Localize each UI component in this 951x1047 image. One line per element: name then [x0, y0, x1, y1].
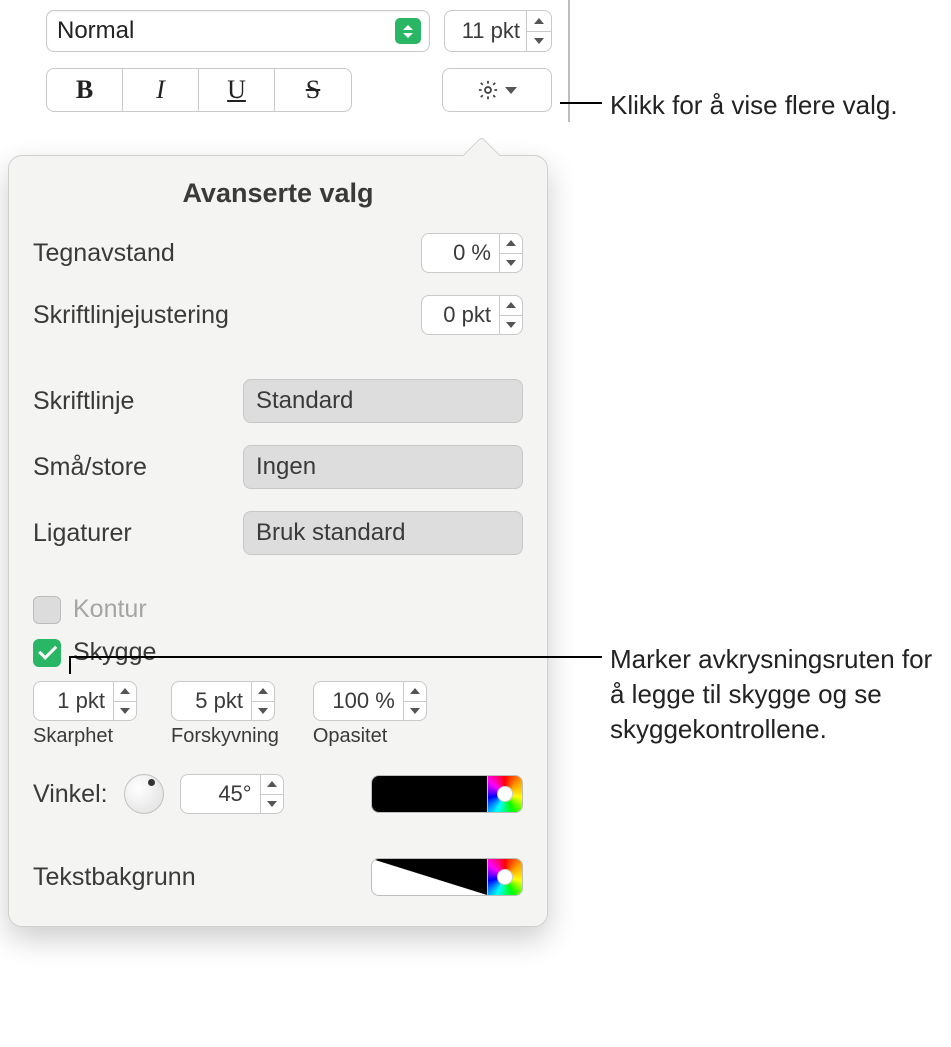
- chevron-down-icon: [505, 87, 517, 94]
- italic-button[interactable]: I: [123, 69, 199, 111]
- callout-line: [572, 656, 602, 658]
- advanced-options-button[interactable]: [442, 68, 552, 112]
- tracking-input[interactable]: 0 %: [421, 233, 499, 273]
- chevrons-icon: [395, 18, 421, 44]
- stepper-up-icon[interactable]: [404, 682, 426, 702]
- ligatures-select[interactable]: Bruk standard: [243, 511, 523, 555]
- outline-row: Kontur: [33, 595, 523, 624]
- stepper-up-icon[interactable]: [527, 11, 551, 32]
- stepper-down-icon[interactable]: [527, 32, 551, 52]
- shadow-blur-caption: Skarphet: [33, 725, 113, 748]
- style-toolbar-row: B I U S: [30, 60, 568, 112]
- bold-glyph: B: [76, 75, 93, 105]
- outline-label: Kontur: [73, 595, 147, 624]
- baseline-shift-label: Skriftlinjejustering: [33, 301, 229, 330]
- shadow-checkbox[interactable]: [33, 639, 61, 667]
- underline-button[interactable]: U: [199, 69, 275, 111]
- text-background-row: Tekstbakgrunn: [33, 858, 523, 896]
- stepper-up-icon[interactable]: [500, 234, 522, 254]
- shadow-color-well[interactable]: [371, 775, 487, 813]
- stepper-up-icon[interactable]: [261, 775, 283, 795]
- text-background-label: Tekstbakgrunn: [33, 863, 196, 892]
- shadow-angle-row: Vinkel: 45°: [33, 774, 523, 814]
- stepper-up-icon[interactable]: [500, 296, 522, 316]
- baseline-style-value: Standard: [256, 387, 353, 415]
- shadow-row: Skygge: [33, 638, 523, 667]
- baseline-style-row: Skriftlinje Standard: [33, 379, 523, 423]
- stepper-down-icon[interactable]: [261, 795, 283, 814]
- angle-stepper[interactable]: [260, 774, 284, 814]
- text-background-color-well[interactable]: [371, 858, 487, 896]
- bold-button[interactable]: B: [47, 69, 123, 111]
- ligatures-value: Bruk standard: [256, 519, 405, 547]
- gear-icon: [477, 79, 499, 101]
- stepper-down-icon[interactable]: [500, 254, 522, 273]
- font-toolbar-row: Normal 11 pkt: [30, 0, 568, 60]
- baseline-shift-row: Skriftlinjejustering 0 pkt: [33, 295, 523, 335]
- font-size-stepper[interactable]: 11 pkt: [444, 10, 552, 52]
- font-style-value: Normal: [57, 17, 134, 45]
- callout-gear: Klikk for å vise flere valg.: [610, 88, 898, 123]
- callout-line: [70, 656, 574, 658]
- format-panel: Normal 11 pkt B I U S: [30, 0, 570, 122]
- shadow-label: Skygge: [73, 638, 156, 667]
- stepper-up-icon[interactable]: [252, 682, 274, 702]
- font-size-value[interactable]: 11 pkt: [444, 10, 526, 52]
- baseline-style-label: Skriftlinje: [33, 387, 134, 416]
- shadow-opacity-col: 100 % Opasitet: [313, 681, 427, 748]
- shadow-offset-col: 5 pkt Forskyvning: [171, 681, 279, 748]
- caps-value: Ingen: [256, 453, 316, 481]
- stepper-down-icon[interactable]: [500, 316, 522, 335]
- text-style-segment: B I U S: [46, 68, 352, 112]
- shadow-controls: 1 pkt Skarphet 5 pkt Forskyvning 100 %: [33, 681, 523, 748]
- shadow-offset-caption: Forskyvning: [171, 725, 279, 748]
- tracking-label: Tegnavstand: [33, 239, 175, 268]
- stepper-down-icon[interactable]: [252, 702, 274, 721]
- shadow-blur-input[interactable]: 1 pkt: [33, 681, 113, 721]
- strike-button[interactable]: S: [275, 69, 351, 111]
- stepper-down-icon[interactable]: [404, 702, 426, 721]
- popover-title: Avanserte valg: [33, 178, 523, 209]
- shadow-opacity-input[interactable]: 100 %: [313, 681, 403, 721]
- advanced-options-popover: Avanserte valg Tegnavstand 0 % Skriftlin…: [8, 155, 548, 927]
- ligatures-row: Ligaturer Bruk standard: [33, 511, 523, 555]
- strike-glyph: S: [306, 75, 320, 105]
- shadow-offset-stepper[interactable]: [251, 681, 275, 721]
- caps-select[interactable]: Ingen: [243, 445, 523, 489]
- shadow-opacity-stepper[interactable]: [403, 681, 427, 721]
- angle-dial[interactable]: [124, 774, 164, 814]
- angle-label: Vinkel:: [33, 780, 108, 809]
- shadow-opacity-caption: Opasitet: [313, 725, 387, 748]
- italic-glyph: I: [156, 75, 165, 105]
- tracking-stepper[interactable]: [499, 233, 523, 273]
- callout-shadow: Marker avkrysningsruten for å legge til …: [610, 642, 940, 747]
- angle-input[interactable]: 45°: [180, 774, 260, 814]
- text-background-color-picker[interactable]: [487, 858, 523, 896]
- shadow-blur-stepper[interactable]: [113, 681, 137, 721]
- callout-line: [560, 102, 602, 104]
- underline-glyph: U: [227, 75, 246, 105]
- font-size-stepper-buttons[interactable]: [526, 10, 552, 52]
- outline-checkbox[interactable]: [33, 596, 61, 624]
- baseline-shift-input[interactable]: 0 pkt: [421, 295, 499, 335]
- stepper-down-icon[interactable]: [114, 702, 136, 721]
- shadow-color-picker[interactable]: [487, 775, 523, 813]
- callout-line: [69, 656, 71, 674]
- baseline-shift-stepper[interactable]: [499, 295, 523, 335]
- caps-row: Små/store Ingen: [33, 445, 523, 489]
- shadow-blur-col: 1 pkt Skarphet: [33, 681, 137, 748]
- tracking-row: Tegnavstand 0 %: [33, 233, 523, 273]
- ligatures-label: Ligaturer: [33, 519, 132, 548]
- baseline-style-select[interactable]: Standard: [243, 379, 523, 423]
- caps-label: Små/store: [33, 453, 147, 482]
- shadow-offset-input[interactable]: 5 pkt: [171, 681, 251, 721]
- font-style-select[interactable]: Normal: [46, 10, 430, 52]
- stepper-up-icon[interactable]: [114, 682, 136, 702]
